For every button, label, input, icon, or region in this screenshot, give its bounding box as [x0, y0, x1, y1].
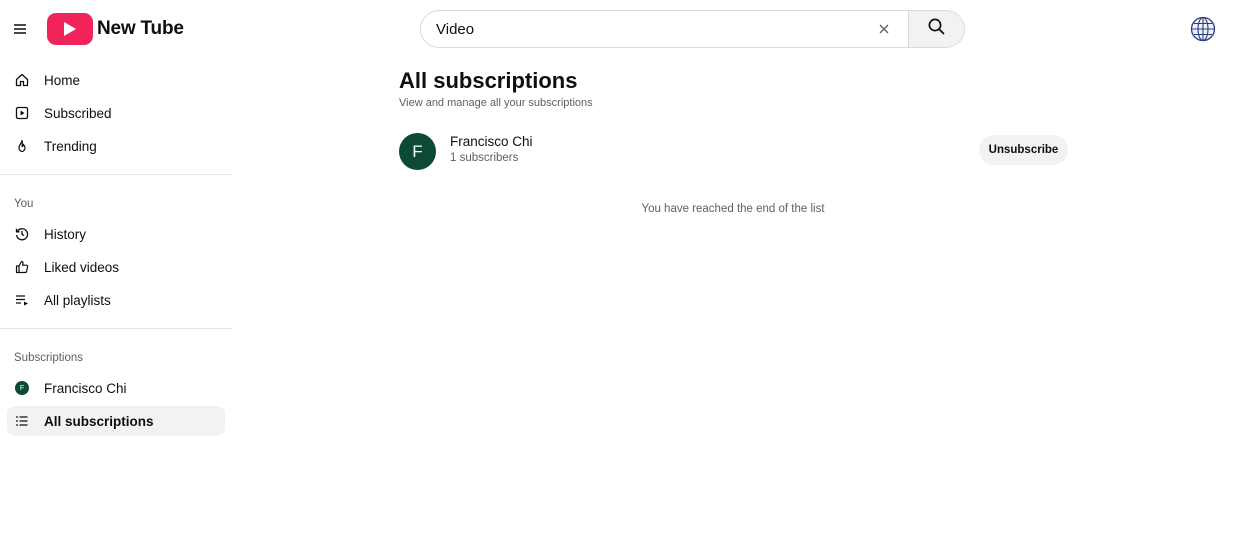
top-header: New Tube: [0, 0, 1234, 58]
search-button[interactable]: [908, 11, 964, 47]
subscriber-count: 1 subscribers: [450, 152, 519, 164]
sidebar-item-history[interactable]: History: [7, 219, 225, 249]
sidebar-item-label: Trending: [44, 138, 97, 154]
avatar-initial: F: [15, 381, 29, 395]
list-icon: [14, 413, 30, 429]
subscription-row: F Francisco Chi 1 subscribers Unsubscrib…: [399, 132, 1069, 172]
sidebar-item-liked-videos[interactable]: Liked videos: [7, 252, 225, 282]
account-button[interactable]: [1190, 16, 1216, 42]
avatar: F: [14, 380, 30, 396]
logo[interactable]: New Tube: [47, 13, 184, 45]
end-of-list-message: You have reached the end of the list: [641, 203, 825, 215]
sidebar-item-label: Subscribed: [44, 105, 112, 121]
search-icon: [928, 18, 945, 40]
sidebar-item-francisco-chi[interactable]: F Francisco Chi: [7, 373, 225, 403]
sidebar-item-label: Francisco Chi: [44, 380, 127, 396]
globe-icon: [1190, 16, 1216, 46]
home-icon: [14, 72, 30, 88]
sidebar-item-label: Liked videos: [44, 259, 120, 275]
close-icon[interactable]: [876, 21, 892, 37]
channel-name[interactable]: Francisco Chi: [450, 134, 533, 149]
page-subtitle: View and manage all your subscriptions: [399, 97, 593, 109]
sidebar-item-all-subscriptions[interactable]: All subscriptions: [7, 406, 225, 436]
sidebar-item-label: All subscriptions: [44, 413, 154, 429]
subscriptions-icon: [14, 105, 30, 121]
sidebar-item-trending[interactable]: Trending: [7, 131, 225, 161]
menu-icon[interactable]: [10, 18, 30, 40]
search-field-wrapper: [421, 11, 908, 47]
flame-icon: [14, 138, 30, 154]
avatar[interactable]: F: [399, 133, 436, 170]
section-title-you: You: [14, 198, 34, 210]
unsubscribe-button[interactable]: Unsubscribe: [979, 135, 1068, 165]
sidebar-item-label: All playlists: [44, 292, 111, 308]
sidebar-item-label: History: [44, 226, 87, 242]
search-input[interactable]: [436, 20, 866, 38]
logo-text: New Tube: [97, 18, 184, 39]
sidebar-item-subscribed[interactable]: Subscribed: [7, 98, 225, 128]
search-bar: [420, 10, 965, 48]
sidebar-divider: [0, 174, 233, 175]
page-title: All subscriptions: [399, 68, 578, 93]
play-icon: [47, 13, 93, 45]
sidebar-divider: [0, 328, 233, 329]
playlist-icon: [14, 292, 30, 308]
sidebar-item-all-playlists[interactable]: All playlists: [7, 285, 225, 315]
sidebar: Home Subscribed Trending You History Lik…: [0, 58, 233, 559]
sidebar-item-label: Home: [44, 72, 81, 88]
section-title-subscriptions: Subscriptions: [14, 352, 84, 364]
sidebar-item-home[interactable]: Home: [7, 65, 225, 95]
history-icon: [14, 226, 30, 242]
thumbs-up-icon: [14, 259, 30, 275]
